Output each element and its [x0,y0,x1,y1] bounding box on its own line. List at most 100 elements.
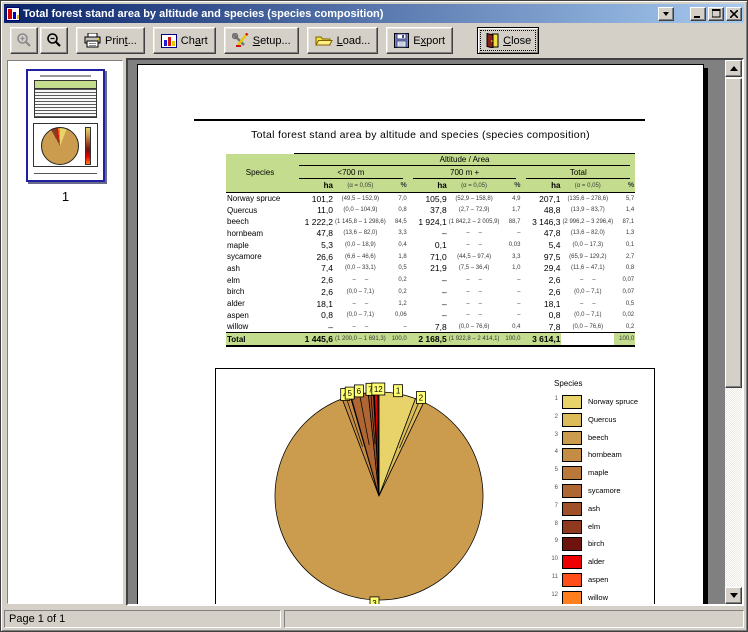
legend-item-number: 9 [546,538,558,544]
maximize-button[interactable] [708,7,724,21]
value-cell: (7,5 – 36,4) [448,263,501,275]
scroll-down-button[interactable] [725,587,742,604]
value-cell: 0,4 [500,321,521,333]
value-cell: – – [448,298,501,310]
table-subheader: % [614,180,635,193]
legend-swatch [562,395,582,409]
maximize-icon [712,9,721,18]
chart-legend: Species 1Norway spruce2Quercus3beech4hor… [546,379,654,606]
value-cell: – – [334,298,387,310]
value-cell: (2,7 – 72,9) [448,204,501,216]
setup-button[interactable]: Setup... [224,27,299,54]
slice-label-5: 5 [345,387,354,399]
table-group-header: Total [521,167,635,180]
legend-item-number: 1 [546,396,558,402]
vertical-scrollbar[interactable] [725,60,742,604]
table-row: beech1 222,2(1 145,8 – 1 298,6)84,51 924… [226,216,635,228]
arrow-up-icon [730,66,738,71]
load-button[interactable]: Load... [307,27,379,54]
legend-item: 1Norway spruce [546,394,654,412]
value-cell: 71,0 [408,251,448,263]
legend-item: 2Quercus [546,412,654,430]
value-cell: (0,0 – 33,1) [334,263,387,275]
value-cell: – [408,228,448,240]
value-cell: 5,3 [294,239,334,251]
table-group-header: <700 m [294,167,408,180]
value-cell: (0,0 – 7,1) [334,286,387,298]
total-value-cell: 1 445,6 [294,333,334,346]
legend-item-label: maple [588,468,608,477]
table-subheader: (α = 0,05) [561,180,614,193]
value-cell: – [408,286,448,298]
legend-item: 12willow [546,590,654,606]
value-cell: (6,6 – 46,6) [334,251,387,263]
total-value-cell: (1 200,0 – 1 691,3) [334,333,387,346]
value-cell: 47,8 [521,228,561,240]
scroll-up-button[interactable] [725,60,742,77]
zoom-out-button[interactable] [40,27,68,54]
table-total-row: Total1 445,6(1 200,0 – 1 691,3)100,02 16… [226,333,635,346]
value-cell: 1 222,2 [294,216,334,228]
table-row: birch2,6(0,0 – 7,1)0,2–– ––2,6(0,0 – 7,1… [226,286,635,298]
total-value-cell: 3 614,1 [521,333,561,346]
value-cell: 97,5 [521,251,561,263]
setup-tools-icon [232,33,249,48]
table-subheader: ha [408,180,448,193]
titlebar-dropdown-button[interactable] [658,7,674,21]
close-button[interactable]: Close [477,27,539,54]
table-subheader: ha [521,180,561,193]
folder-open-icon [315,34,333,47]
minimize-button[interactable] [690,7,706,21]
printer-icon [84,33,101,48]
chart-box: 123456712 Species 1Norway spruce2Quercus… [215,368,655,606]
scrollbar-thumb[interactable] [725,78,742,388]
value-cell: (1 145,8 – 1 298,6) [334,216,387,228]
report-title: Total forest stand area by altitude and … [138,129,703,141]
value-cell: 0,8 [387,204,408,216]
table-row: elm2,6– –0,2–– ––2,6– –0,07 [226,274,635,286]
legend-item: 8elm [546,519,654,537]
export-button[interactable]: Export [386,27,453,54]
close-icon [730,10,738,18]
thumbnail-table [34,80,97,118]
value-cell: 2,6 [521,274,561,286]
species-cell: aspen [226,309,294,321]
total-value-cell [561,333,614,346]
legend-item-label: birch [588,539,604,548]
value-cell: 105,9 [408,193,448,205]
door-icon [485,33,499,48]
legend-item: 5maple [546,465,654,483]
table-row: willow–– ––7,8(0,0 – 76,6)0,47,8(0,0 – 7… [226,321,635,333]
thumbnail-chart [33,123,98,167]
zoom-in-button[interactable] [10,27,38,54]
svg-text:5: 5 [347,389,352,398]
print-button[interactable]: Print... [76,27,145,54]
slice-label-1: 1 [394,385,403,397]
value-cell: 26,6 [294,251,334,263]
value-cell: 207,1 [521,193,561,205]
legend-item-label: Quercus [588,415,616,424]
species-cell: ash [226,263,294,275]
report-page: Total forest stand area by altitude and … [137,64,704,606]
legend-item-number: 10 [546,556,558,562]
setup-label: Setup... [253,35,291,47]
legend-item-number: 6 [546,485,558,491]
close-label: Close [503,35,531,47]
value-cell: 1,2 [387,298,408,310]
value-cell: 3,3 [500,251,521,263]
legend-swatch [562,448,582,462]
toolbar: Print... Chart Setup... Load... Export Close [4,24,744,57]
close-window-button[interactable] [726,7,742,21]
legend-swatch [562,466,582,480]
legend-item-number: 11 [546,574,558,580]
value-cell: – – [334,274,387,286]
report-top-rule [194,119,645,121]
thumbnail-pie [41,127,79,165]
page-thumbnail[interactable] [26,69,105,182]
legend-swatch [562,431,582,445]
value-cell: (0,0 – 76,6) [448,321,501,333]
chart-button[interactable]: Chart [153,27,216,54]
total-label-cell: Total [226,333,294,346]
total-value-cell: 2 168,5 [408,333,448,346]
status-extra-panel [284,610,744,628]
